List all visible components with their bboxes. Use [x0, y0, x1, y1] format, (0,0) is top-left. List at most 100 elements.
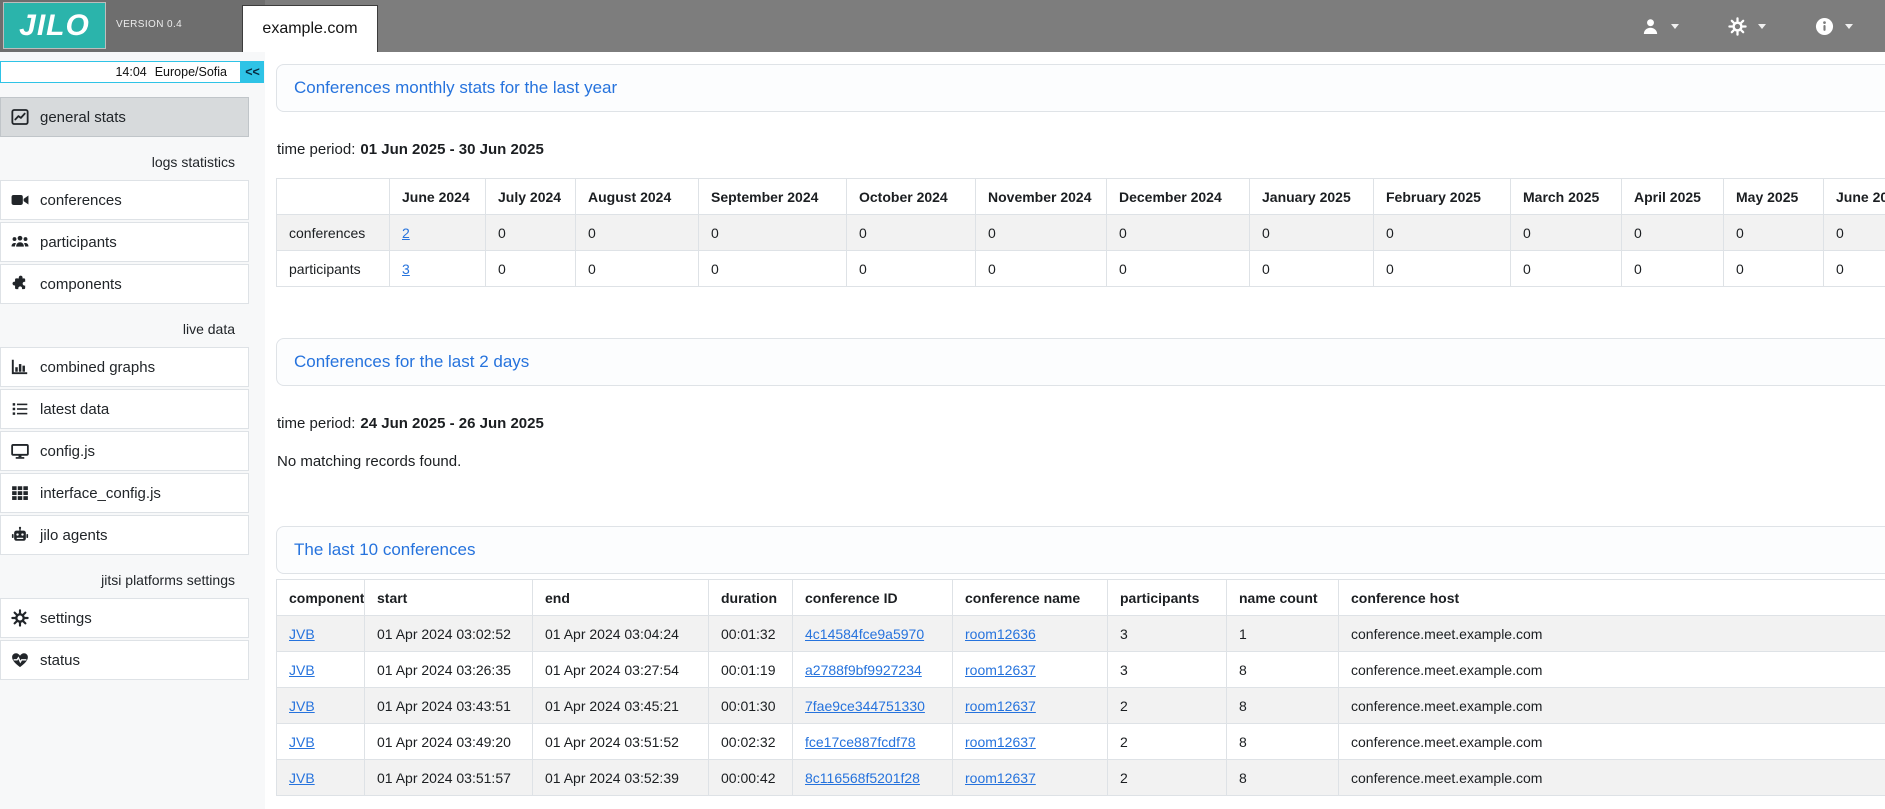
table-cell: fce17ce887fcdf78 — [793, 724, 953, 760]
user-menu[interactable] — [1641, 17, 1679, 36]
column-header: conference name — [953, 580, 1108, 616]
sidebar-item-jilo-agents[interactable]: jilo agents — [0, 515, 249, 555]
sidebar-item-interface-config-js[interactable]: interface_config.js — [0, 473, 249, 513]
table-cell: 0 — [576, 215, 699, 251]
sidebar-item-status[interactable]: status — [0, 640, 249, 680]
table-cell: 01 Apr 2024 03:52:39 — [533, 760, 709, 796]
app-logo: JILO — [4, 3, 105, 48]
sidebar-item-combined-graphs[interactable]: combined graphs — [0, 347, 249, 387]
table-row: JVB01 Apr 2024 03:51:5701 Apr 2024 03:52… — [277, 760, 1885, 796]
section-title-monthly-stats[interactable]: Conferences monthly stats for the last y… — [294, 78, 617, 98]
table-cell: 00:01:32 — [709, 616, 793, 652]
sidebar-item-config-js[interactable]: config.js — [0, 431, 249, 471]
sidebar-menu: general statslogs statisticsconferencesp… — [0, 97, 265, 680]
section-title-last-2-days[interactable]: Conferences for the last 2 days — [294, 352, 529, 372]
column-header: start — [365, 580, 533, 616]
header-menus — [1641, 0, 1853, 52]
sidebar-section-label: live data — [0, 320, 235, 338]
tab-example-com[interactable]: example.com — [242, 5, 378, 52]
list-icon — [11, 400, 29, 418]
table-cell: conference.meet.example.com — [1339, 724, 1885, 760]
table-link[interactable]: room12637 — [965, 698, 1036, 714]
table-cell: 00:01:30 — [709, 688, 793, 724]
table-link[interactable]: JVB — [289, 770, 315, 786]
time-period-monthly: time period:01 Jun 2025 - 30 Jun 2025 — [277, 140, 1885, 159]
table-cell: room12637 — [953, 724, 1108, 760]
sidebar-item-label: components — [40, 276, 122, 293]
monitor-icon — [11, 442, 29, 460]
table-link[interactable]: room12637 — [965, 770, 1036, 786]
gear-menu[interactable] — [1728, 17, 1766, 36]
sidebar-item-settings[interactable]: settings — [0, 598, 249, 638]
column-header — [277, 179, 390, 215]
last-conferences-table: componentstartenddurationconference IDco… — [276, 579, 1885, 796]
timezone-display: 14:04 Europe/Sofia — [0, 61, 241, 83]
info-menu[interactable] — [1815, 17, 1853, 36]
table-cell: 3 — [1108, 652, 1227, 688]
table-cell: 0 — [1824, 251, 1885, 287]
table-link[interactable]: JVB — [289, 662, 315, 678]
table-cell: 8 — [1227, 688, 1339, 724]
sidebar-item-components[interactable]: components — [0, 264, 249, 304]
column-header: conference ID — [793, 580, 953, 616]
table-link[interactable]: JVB — [289, 698, 315, 714]
table-cell: JVB — [277, 724, 365, 760]
table-cell: 0 — [1622, 251, 1724, 287]
heart-pulse-icon — [11, 651, 29, 669]
column-header: October 2024 — [847, 179, 976, 215]
sidebar-item-participants[interactable]: participants — [0, 222, 249, 262]
section-title-last-10-conferences[interactable]: The last 10 conferences — [294, 540, 475, 560]
table-link[interactable]: room12636 — [965, 626, 1036, 642]
sidebar-item-latest-data[interactable]: latest data — [0, 389, 249, 429]
table-cell: 2 — [1108, 760, 1227, 796]
table-link[interactable]: JVB — [289, 734, 315, 750]
user-icon — [1641, 17, 1660, 36]
column-header: August 2024 — [576, 179, 699, 215]
table-cell: 0 — [699, 251, 847, 287]
table-cell: 1 — [1227, 616, 1339, 652]
table-link[interactable]: fce17ce887fcdf78 — [805, 734, 916, 750]
sidebar-item-general-stats[interactable]: general stats — [0, 97, 249, 137]
video-camera-icon — [11, 191, 29, 209]
main-content: Conferences monthly stats for the last y… — [276, 52, 1885, 809]
column-header: participants — [1108, 580, 1227, 616]
column-header: name count — [1227, 580, 1339, 616]
table-link[interactable]: 7fae9ce344751330 — [805, 698, 925, 714]
sidebar-collapse-button[interactable]: << — [241, 61, 264, 83]
app: { "header": { "logo_text": "JILO", "vers… — [0, 0, 1885, 809]
table-link[interactable]: a2788f9bf9927234 — [805, 662, 922, 678]
table-cell: 01 Apr 2024 03:27:54 — [533, 652, 709, 688]
time-period-label: time period: — [277, 415, 355, 432]
table-row: JVB01 Apr 2024 03:02:5201 Apr 2024 03:04… — [277, 616, 1885, 652]
table-cell: 8 — [1227, 652, 1339, 688]
table-row: conferences2000000000000 — [277, 215, 1885, 251]
clock-text: 14:04 — [115, 65, 146, 79]
sidebar-item-label: interface_config.js — [40, 485, 161, 502]
table-cell: 0 — [486, 251, 576, 287]
sidebar-item-label: jilo agents — [40, 527, 108, 544]
table-cell: conference.meet.example.com — [1339, 688, 1885, 724]
table-cell: 0 — [576, 251, 699, 287]
table-row: JVB01 Apr 2024 03:43:5101 Apr 2024 03:45… — [277, 688, 1885, 724]
timebar: 14:04 Europe/Sofia << — [0, 61, 264, 83]
sidebar-item-label: conferences — [40, 192, 122, 209]
column-header: June 2024 — [390, 179, 486, 215]
table-link[interactable]: room12637 — [965, 662, 1036, 678]
table-cell: 0 — [1107, 251, 1250, 287]
time-period-value: 01 Jun 2025 - 30 Jun 2025 — [360, 141, 543, 158]
timezone-text: Europe/Sofia — [155, 65, 227, 79]
chevron-down-icon — [1671, 24, 1679, 29]
table-cell: room12637 — [953, 760, 1108, 796]
table-link[interactable]: 2 — [402, 225, 410, 241]
table-cell: 01 Apr 2024 03:02:52 — [365, 616, 533, 652]
table-link[interactable]: JVB — [289, 626, 315, 642]
table-link[interactable]: room12637 — [965, 734, 1036, 750]
table-link[interactable]: 3 — [402, 261, 410, 277]
sidebar-item-label: participants — [40, 234, 117, 251]
table-cell: 00:01:19 — [709, 652, 793, 688]
table-link[interactable]: 8c116568f5201f28 — [805, 770, 920, 786]
table-cell: 0 — [1724, 215, 1824, 251]
table-link[interactable]: 4c14584fce9a5970 — [805, 626, 924, 642]
sidebar-item-conferences[interactable]: conferences — [0, 180, 249, 220]
column-header: end — [533, 580, 709, 616]
